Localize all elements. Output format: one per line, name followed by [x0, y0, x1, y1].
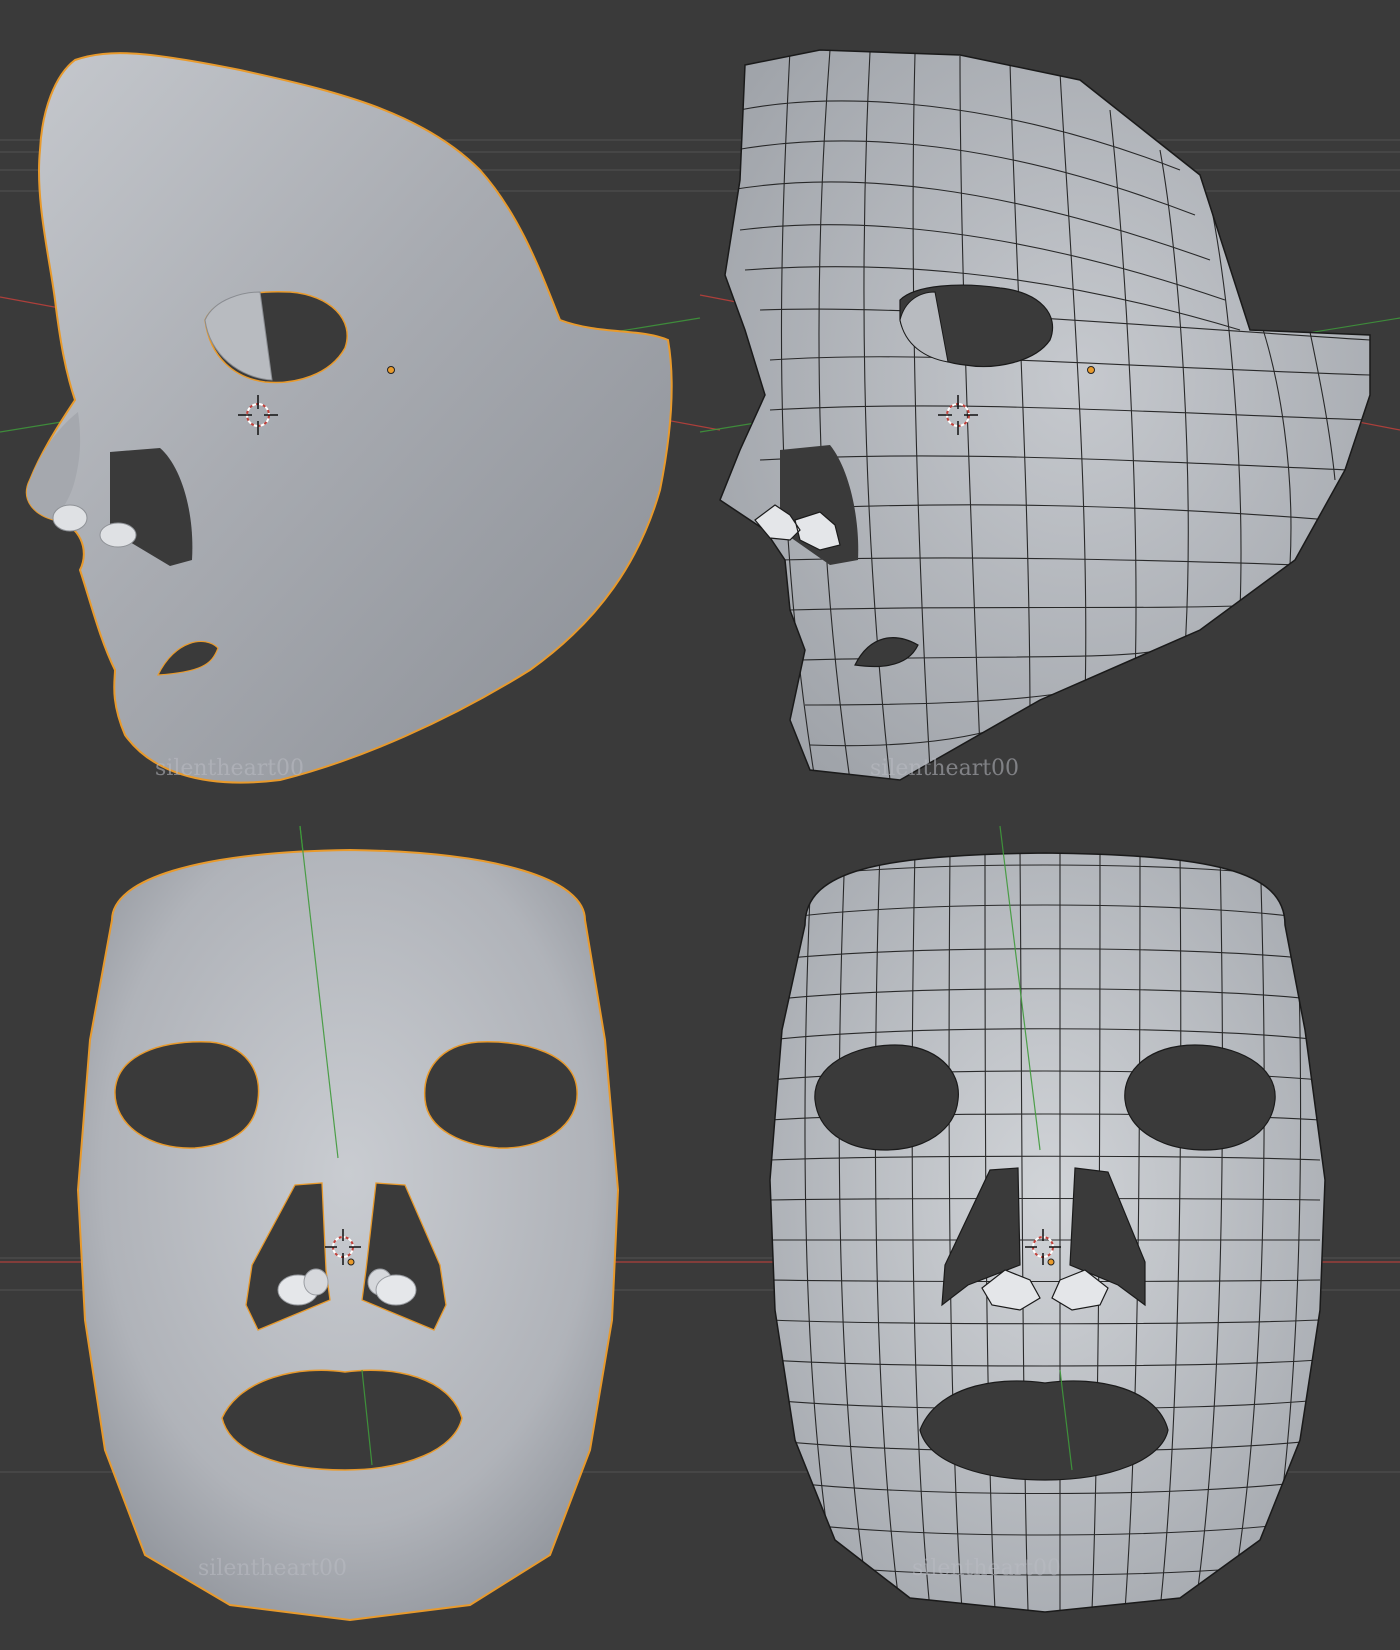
- object-origin-icon: [1047, 1258, 1055, 1266]
- eye-hole-left: [114, 1041, 260, 1149]
- face-mask-side-wire[interactable]: [719, 49, 1371, 781]
- nostril-right: [99, 522, 137, 548]
- panel-front-solid[interactable]: silentheart00: [0, 825, 700, 1622]
- mouth-hole: [221, 1369, 463, 1471]
- object-origin-icon: [1087, 366, 1095, 374]
- panel-side-wire[interactable]: silentheart00: [699, 49, 1400, 781]
- face-mask-front-solid[interactable]: [76, 848, 620, 1622]
- object-origin-icon: [387, 366, 395, 374]
- watermark: silentheart00: [912, 1556, 1061, 1581]
- viewport-canvas[interactable]: silentheart00 silentheart00 silentheart0…: [0, 0, 1400, 1650]
- eye-hole-left: [814, 1044, 959, 1151]
- face-mask-side-solid[interactable]: [25, 52, 673, 784]
- watermark: silentheart00: [155, 756, 304, 781]
- watermark: silentheart00: [870, 756, 1019, 781]
- watermark: silentheart00: [198, 1556, 347, 1581]
- eye-hole-right: [423, 1041, 578, 1149]
- panel-side-solid[interactable]: silentheart00: [0, 52, 721, 784]
- panel-front-wire[interactable]: silentheart00: [700, 825, 1400, 1613]
- mouth-hole: [919, 1380, 1169, 1481]
- face-mask-front-wire[interactable]: [769, 852, 1326, 1613]
- eye-hole-right: [1124, 1044, 1276, 1151]
- object-origin-icon: [347, 1258, 355, 1266]
- nostril-left: [52, 504, 88, 532]
